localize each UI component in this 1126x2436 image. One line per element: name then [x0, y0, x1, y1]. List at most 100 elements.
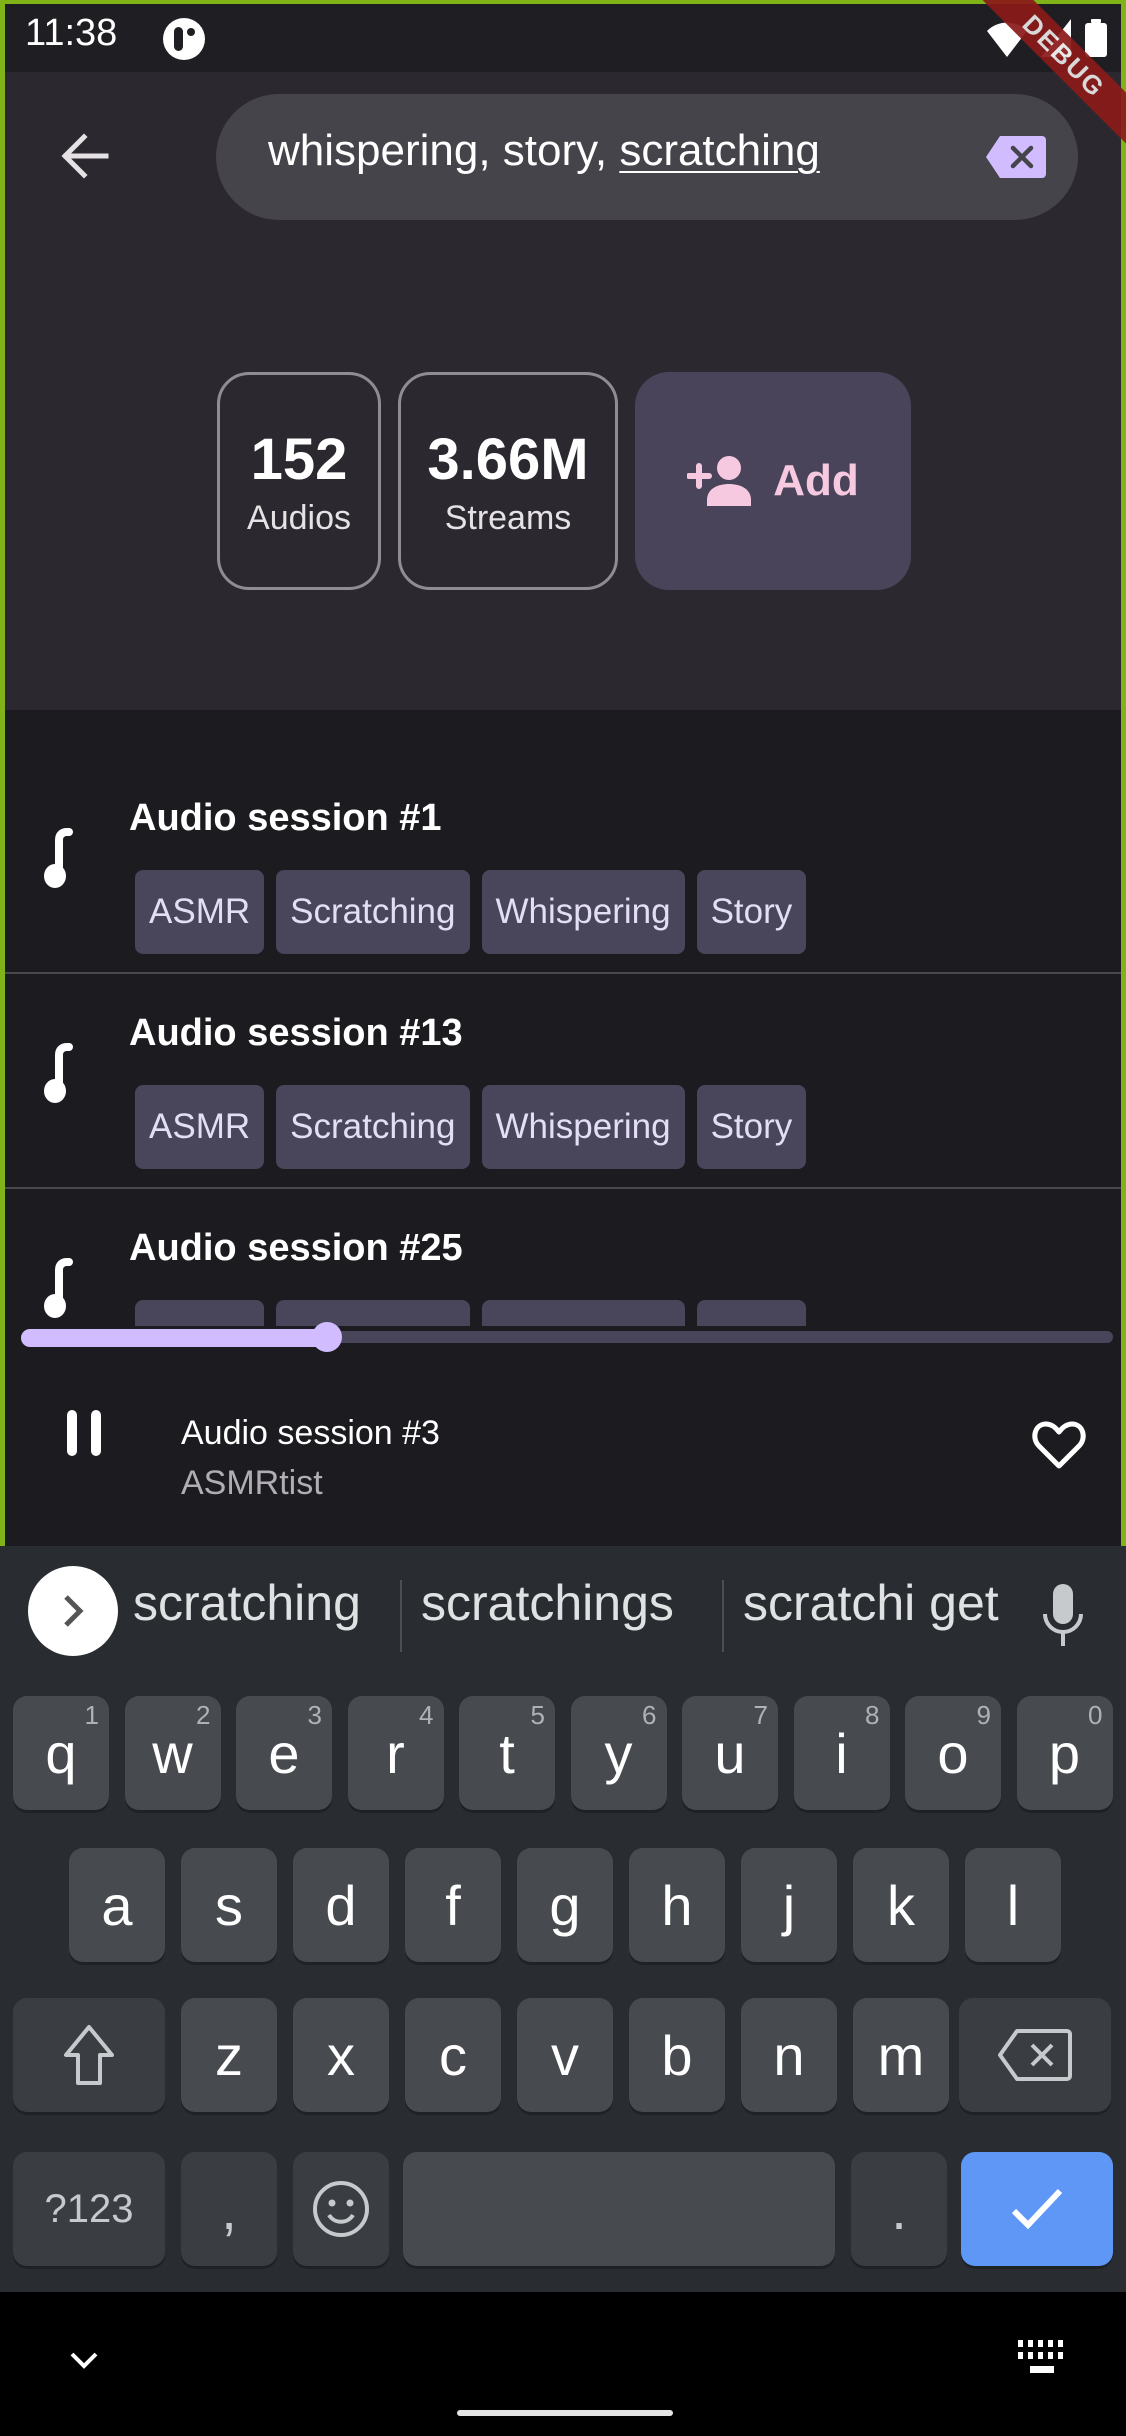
search-input[interactable]: whispering, story, scratching: [216, 94, 1078, 220]
key-w[interactable]: w2: [124, 1696, 221, 1810]
backspace-clear-icon[interactable]: [986, 136, 1046, 178]
tag-chip[interactable]: Whispering: [481, 1085, 685, 1169]
pause-icon-bar: [67, 1410, 77, 1456]
emoji-icon: [313, 2181, 369, 2237]
key-q[interactable]: q1: [13, 1696, 109, 1810]
key-c[interactable]: c: [405, 1998, 501, 2112]
list-item-title: Audio session #1: [129, 797, 442, 839]
key-g[interactable]: g: [517, 1848, 613, 1962]
keyboard-switch-icon[interactable]: [1016, 2336, 1068, 2380]
back-button[interactable]: [45, 116, 125, 196]
key-z[interactable]: z: [181, 1998, 277, 2112]
add-button[interactable]: Add: [635, 372, 911, 590]
key-number-hint: 9: [976, 1700, 991, 1730]
status-time: 11:38: [25, 12, 118, 54]
navigation-bar: [0, 2292, 1126, 2436]
key-v[interactable]: v: [517, 1998, 613, 2112]
key-m[interactable]: m: [853, 1998, 949, 2112]
key-label: e: [268, 1721, 300, 1785]
search-input-value: whispering, story, scratching: [268, 126, 820, 176]
slider-thumb[interactable]: [311, 1322, 342, 1352]
suggestion-item[interactable]: scratchings: [421, 1574, 674, 1632]
key-e[interactable]: e3: [236, 1696, 332, 1810]
suggestion-divider: [400, 1580, 402, 1652]
music-note-icon: [44, 828, 73, 888]
search-text-committed: whispering, story,: [268, 126, 620, 175]
key-k[interactable]: k: [853, 1848, 949, 1962]
stat-value: 3.66M: [427, 426, 589, 492]
hide-keyboard-chevron-icon[interactable]: [66, 2342, 102, 2378]
key-x[interactable]: x: [293, 1998, 389, 2112]
expand-toolbar-button[interactable]: [28, 1566, 118, 1656]
microphone-icon[interactable]: [1042, 1584, 1084, 1646]
stat-label: Audios: [247, 498, 351, 537]
tag-chip[interactable]: Scratching: [276, 1085, 470, 1169]
backspace-key[interactable]: [959, 1998, 1111, 2112]
key-number-hint: 3: [307, 1700, 322, 1730]
key-l[interactable]: l: [965, 1848, 1061, 1962]
key-number-hint: 8: [865, 1700, 880, 1730]
symbols-key[interactable]: ?123: [13, 2152, 165, 2266]
period-key[interactable]: .: [851, 2152, 947, 2266]
tag-list: ASMR Scratching Whispering Story: [135, 1085, 807, 1169]
stat-streams: 3.66M Streams: [398, 372, 618, 590]
stat-label: Streams: [444, 498, 572, 537]
pause-button[interactable]: [59, 1410, 109, 1464]
person-add-icon: [687, 456, 752, 506]
space-key[interactable]: [403, 2152, 835, 2266]
tag-chip[interactable]: Scratching: [276, 870, 470, 954]
key-a[interactable]: a: [69, 1848, 165, 1962]
key-number-hint: 4: [419, 1700, 434, 1730]
key-label: i: [835, 1721, 848, 1785]
list-item[interactable]: Audio session #1 ASMR Scratching Whisper…: [5, 710, 1121, 974]
header: whispering, story, scratching 152 Audios…: [5, 72, 1121, 710]
list-item[interactable]: Audio session #25 ASMR Scratching Whispe…: [5, 1189, 1121, 1326]
key-i[interactable]: i8: [793, 1696, 890, 1810]
key-n[interactable]: n: [741, 1998, 837, 2112]
key-label: r: [386, 1721, 405, 1785]
key-label: w: [152, 1721, 193, 1785]
key-s[interactable]: s: [181, 1848, 277, 1962]
key-o[interactable]: o9: [905, 1696, 1001, 1810]
app-notification-icon: [163, 18, 205, 60]
key-t[interactable]: t5: [459, 1696, 555, 1810]
key-y[interactable]: y6: [570, 1696, 667, 1810]
key-h[interactable]: h: [629, 1848, 725, 1962]
pause-icon-bar: [91, 1410, 101, 1456]
backspace-icon: [998, 2029, 1072, 2081]
playback-progress-slider[interactable]: [17, 1318, 1117, 1354]
home-gesture-pill[interactable]: [457, 2410, 673, 2416]
key-u[interactable]: u7: [682, 1696, 778, 1810]
enter-key[interactable]: [961, 2152, 1113, 2266]
list-item[interactable]: Audio session #13 ASMR Scratching Whispe…: [5, 974, 1121, 1189]
suggestion-item[interactable]: scratchi get: [743, 1574, 999, 1632]
comma-key[interactable]: ,: [181, 2152, 277, 2266]
heart-icon[interactable]: [1031, 1420, 1087, 1470]
key-f[interactable]: f: [405, 1848, 501, 1962]
shift-key[interactable]: [13, 1998, 165, 2112]
soft-keyboard: scratching scratchings scratchi get q1w2…: [0, 1546, 1126, 2292]
audio-list[interactable]: Audio session #1 ASMR Scratching Whisper…: [5, 710, 1121, 1326]
emoji-key[interactable]: [293, 2152, 389, 2266]
key-r[interactable]: r4: [347, 1696, 444, 1810]
tag-chip[interactable]: Story: [696, 870, 807, 954]
tag-chip[interactable]: ASMR: [135, 1085, 265, 1169]
key-number-hint: 6: [642, 1700, 657, 1730]
stat-audios: 152 Audios: [217, 372, 381, 590]
tag-chip[interactable]: Story: [696, 1085, 807, 1169]
key-j[interactable]: j: [741, 1848, 837, 1962]
suggestion-divider: [722, 1580, 724, 1652]
stats-row: 152 Audios 3.66M Streams Add: [217, 372, 911, 590]
music-note-icon: [44, 1258, 73, 1318]
key-number-hint: 7: [753, 1700, 768, 1730]
key-d[interactable]: d: [293, 1848, 389, 1962]
key-number-hint: 5: [530, 1700, 545, 1730]
tag-chip[interactable]: ASMR: [135, 870, 265, 954]
key-b[interactable]: b: [629, 1998, 725, 2112]
app-window: 11:38 whispering, story, scratching 152 …: [5, 4, 1121, 1546]
key-label: t: [499, 1721, 515, 1785]
tag-chip[interactable]: Whispering: [481, 870, 685, 954]
key-label: u: [714, 1721, 746, 1785]
key-p[interactable]: p0: [1016, 1696, 1113, 1810]
suggestion-item[interactable]: scratching: [133, 1574, 361, 1632]
